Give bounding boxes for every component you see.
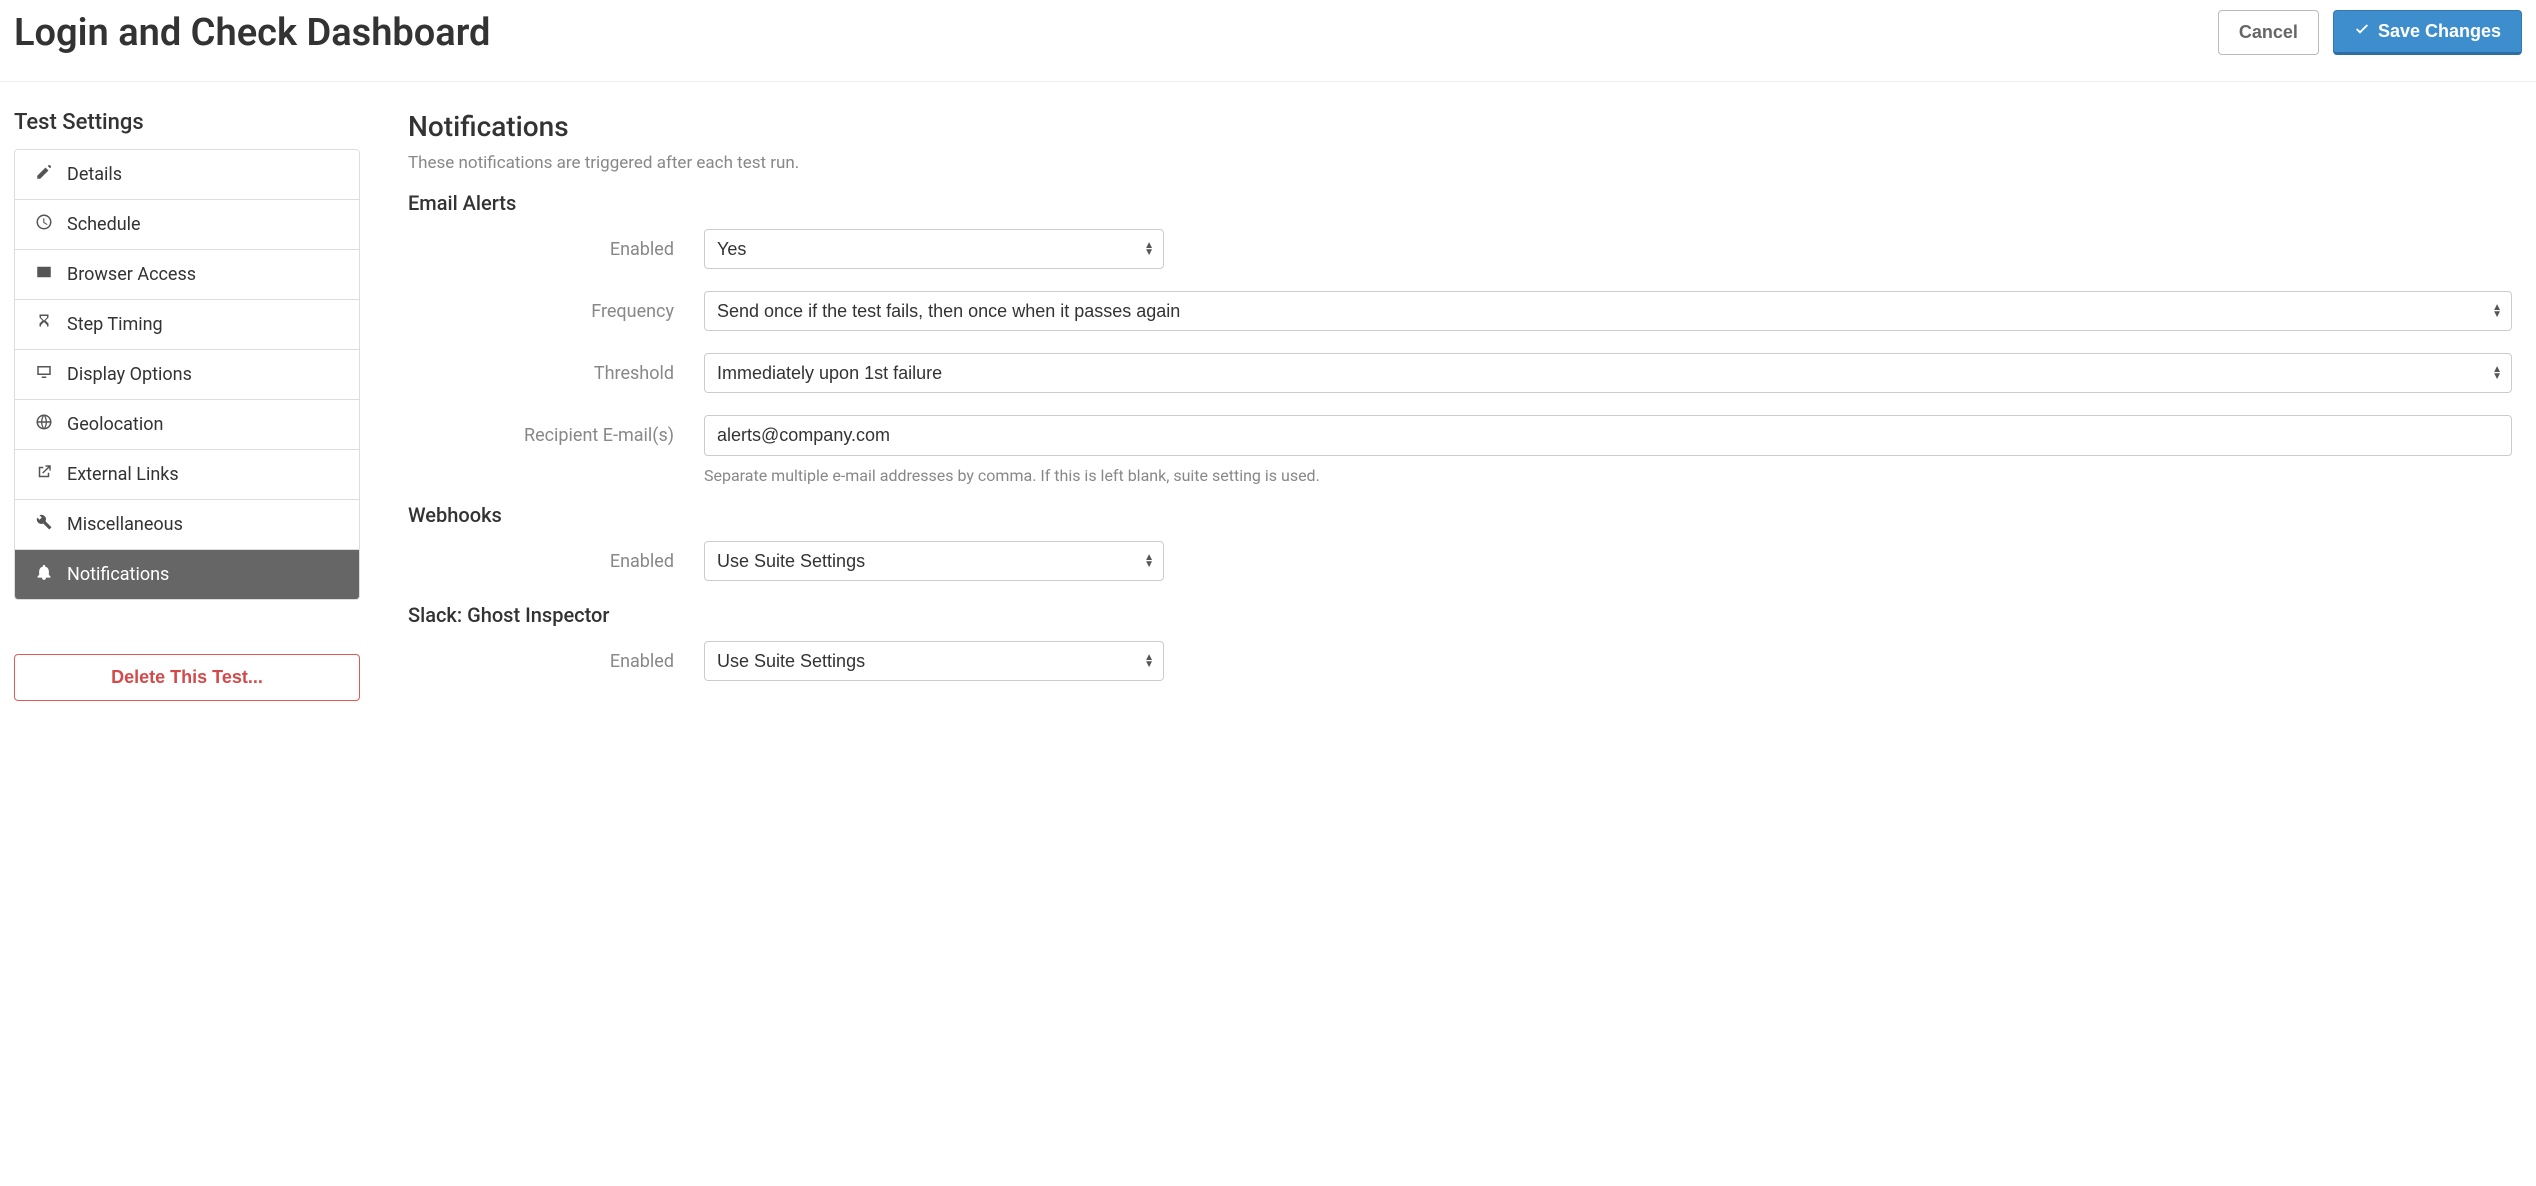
hourglass-icon: [35, 313, 53, 336]
cancel-button[interactable]: Cancel: [2218, 10, 2319, 55]
sidebar-item-geolocation[interactable]: Geolocation: [15, 400, 359, 450]
sidebar-item-label: Step Timing: [67, 314, 163, 335]
sidebar-item-label: Display Options: [67, 364, 192, 385]
main-panel: Notifications These notifications are tr…: [408, 110, 2522, 703]
email-enabled-select[interactable]: Yes: [704, 229, 1164, 269]
sidebar-item-external-links[interactable]: External Links: [15, 450, 359, 500]
sidebar-title: Test Settings: [14, 110, 360, 135]
settings-sidebar: Test Settings Details Schedule Browser A…: [14, 110, 360, 701]
slack-enabled-label: Enabled: [408, 651, 704, 672]
monitor-icon: [35, 363, 53, 386]
sidebar-item-step-timing[interactable]: Step Timing: [15, 300, 359, 350]
bell-icon: [35, 563, 53, 586]
globe-icon: [35, 413, 53, 436]
email-recipient-help: Separate multiple e-mail addresses by co…: [704, 466, 2512, 485]
sidebar-item-schedule[interactable]: Schedule: [15, 200, 359, 250]
webhooks-enabled-label: Enabled: [408, 551, 704, 572]
email-threshold-select[interactable]: Immediately upon 1st failure: [704, 353, 2512, 393]
email-recipient-input[interactable]: [704, 415, 2512, 456]
external-link-icon: [35, 463, 53, 486]
pencil-icon: [35, 163, 53, 186]
sidebar-item-label: Browser Access: [67, 264, 196, 285]
notifications-subheading: These notifications are triggered after …: [408, 153, 2512, 173]
delete-button-label: Delete This Test...: [111, 667, 263, 687]
check-icon: [2354, 21, 2370, 42]
email-threshold-row: Threshold Immediately upon 1st failure ▲…: [408, 353, 2512, 393]
email-frequency-label: Frequency: [408, 301, 704, 322]
sidebar-item-label: Notifications: [67, 564, 169, 585]
sidebar-item-notifications[interactable]: Notifications: [15, 550, 359, 599]
email-threshold-label: Threshold: [408, 363, 704, 384]
page-header: Login and Check Dashboard Cancel Save Ch…: [0, 0, 2536, 82]
page-title: Login and Check Dashboard: [14, 11, 490, 55]
email-enabled-label: Enabled: [408, 239, 704, 260]
sidebar-item-miscellaneous[interactable]: Miscellaneous: [15, 500, 359, 550]
webhooks-heading: Webhooks: [408, 503, 2512, 527]
webhooks-enabled-row: Enabled Use Suite Settings ▲▼: [408, 541, 2512, 581]
email-frequency-select[interactable]: Send once if the test fails, then once w…: [704, 291, 2512, 331]
email-recipient-label: Recipient E-mail(s): [408, 425, 704, 446]
content-container: Test Settings Details Schedule Browser A…: [0, 82, 2536, 743]
email-frequency-row: Frequency Send once if the test fails, t…: [408, 291, 2512, 331]
cancel-button-label: Cancel: [2239, 22, 2298, 43]
webhooks-enabled-select[interactable]: Use Suite Settings: [704, 541, 1164, 581]
header-actions: Cancel Save Changes: [2218, 10, 2522, 55]
delete-test-button[interactable]: Delete This Test...: [14, 654, 360, 701]
notifications-heading: Notifications: [408, 110, 2512, 143]
sidebar-item-details[interactable]: Details: [15, 150, 359, 200]
sidebar-item-browser-access[interactable]: Browser Access: [15, 250, 359, 300]
slack-heading: Slack: Ghost Inspector: [408, 603, 2512, 627]
sidebar-item-label: External Links: [67, 464, 179, 485]
sidebar-item-display-options[interactable]: Display Options: [15, 350, 359, 400]
email-enabled-row: Enabled Yes ▲▼: [408, 229, 2512, 269]
slack-enabled-row: Enabled Use Suite Settings ▲▼: [408, 641, 2512, 681]
email-alerts-heading: Email Alerts: [408, 191, 2512, 215]
save-button-label: Save Changes: [2378, 21, 2501, 42]
sidebar-item-label: Schedule: [67, 214, 141, 235]
slack-enabled-select[interactable]: Use Suite Settings: [704, 641, 1164, 681]
save-button[interactable]: Save Changes: [2333, 10, 2522, 55]
email-recipient-row: Recipient E-mail(s): [408, 415, 2512, 456]
sidebar-item-label: Miscellaneous: [67, 514, 183, 535]
sidebar-list: Details Schedule Browser Access Step Tim…: [14, 149, 360, 600]
clock-icon: [35, 213, 53, 236]
browser-icon: [35, 263, 53, 286]
sidebar-item-label: Details: [67, 164, 122, 185]
sidebar-item-label: Geolocation: [67, 414, 163, 435]
wrench-icon: [35, 513, 53, 536]
